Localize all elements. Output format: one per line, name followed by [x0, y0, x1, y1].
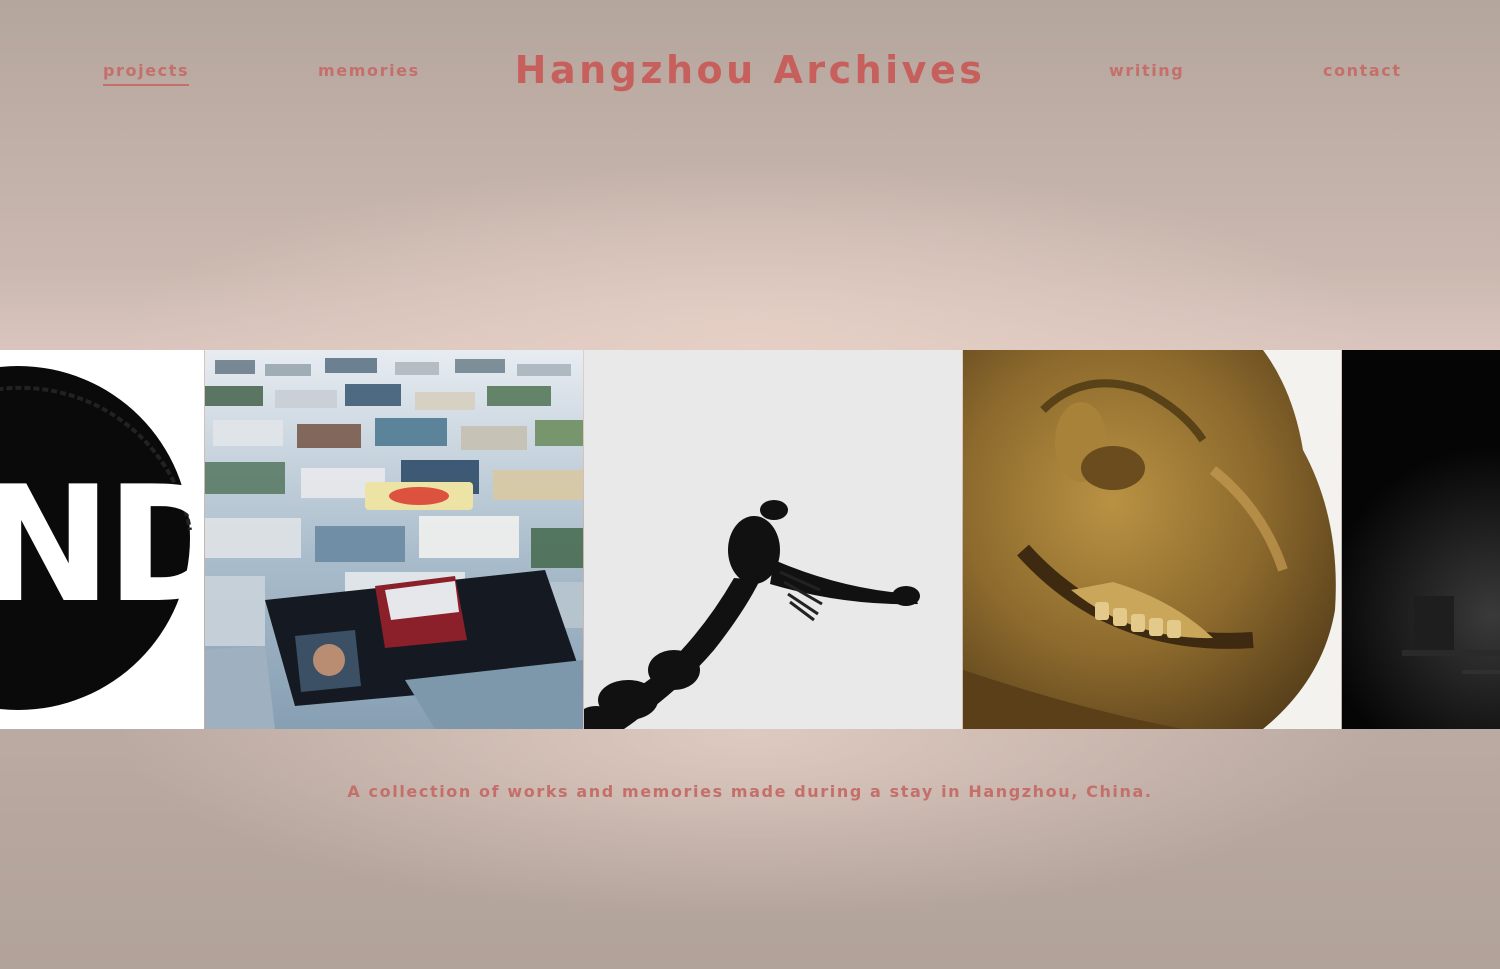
bronze-face-image — [963, 350, 1341, 729]
dark-installation-image — [1402, 596, 1500, 674]
gallery-tile-ink-creature[interactable] — [584, 350, 962, 729]
site-description: A collection of works and memories made … — [347, 782, 1153, 801]
svg-text:ND: ND — [0, 451, 204, 638]
nav-link-writing[interactable]: writing — [1109, 60, 1184, 82]
gallery-tile-stamp-logo[interactable]: ND — [0, 350, 204, 729]
scattered-photos-image — [205, 350, 583, 729]
gallery-tile-scattered-photos[interactable] — [205, 350, 583, 729]
site-title[interactable]: Hangzhou Archives — [0, 46, 1500, 94]
gallery-tile-dark-installation[interactable] — [1342, 350, 1500, 729]
nav-link-contact[interactable]: contact — [1323, 60, 1402, 82]
ink-creature-image — [584, 350, 962, 729]
stamp-logo-image: ND — [0, 366, 204, 710]
image-gallery[interactable]: ND — [0, 350, 1500, 729]
gallery-tile-bronze-face[interactable] — [963, 350, 1341, 729]
